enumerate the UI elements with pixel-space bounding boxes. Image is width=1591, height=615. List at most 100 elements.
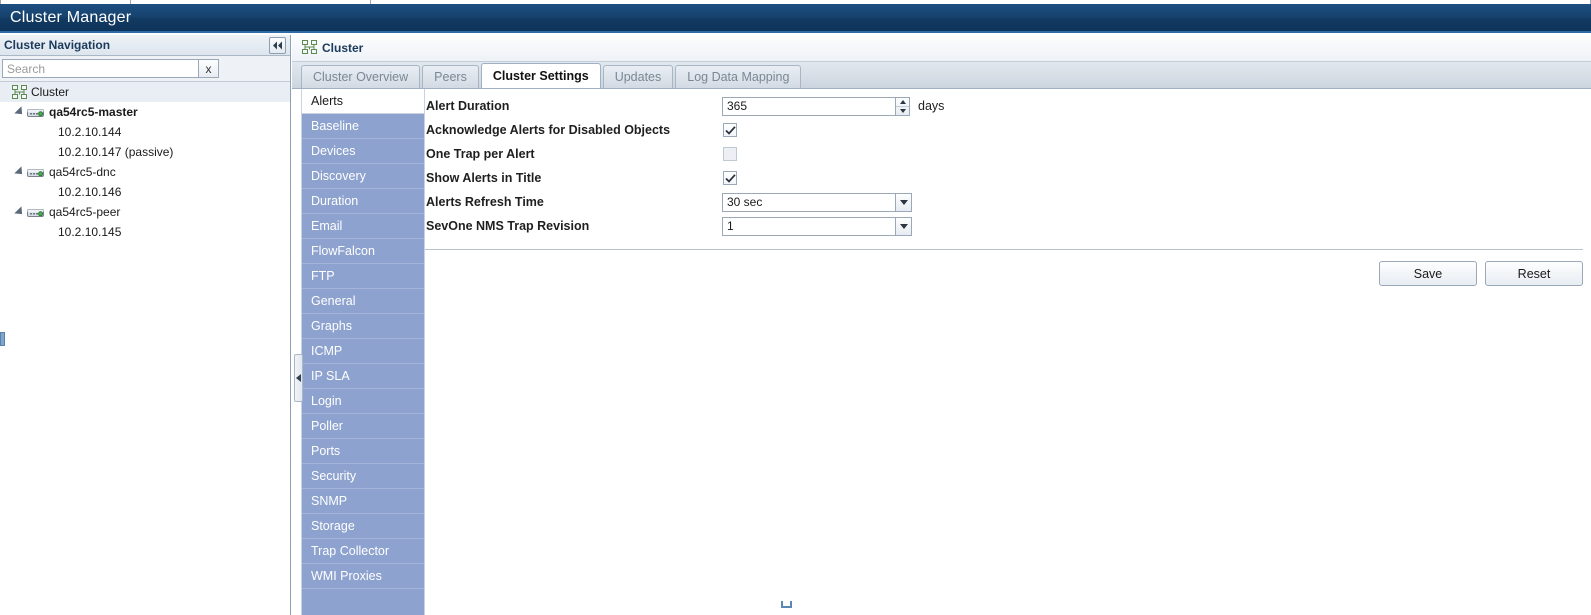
settings-item-graphs[interactable]: Graphs bbox=[302, 314, 424, 339]
chevron-down-icon bbox=[899, 199, 908, 205]
cluster-tree: Cluster qa54rc5-master 10.2.10.144 10.2.… bbox=[0, 82, 290, 242]
alert-duration-label: Alert Duration bbox=[426, 99, 510, 113]
settings-item-general[interactable]: General bbox=[302, 289, 424, 314]
content-area: Cluster Cluster Overview Peers Cluster S… bbox=[292, 35, 1591, 615]
tab-updates[interactable]: Updates bbox=[602, 65, 674, 88]
alerts-refresh-time-select[interactable]: 30 sec bbox=[722, 192, 912, 212]
tab-cluster-overview[interactable]: Cluster Overview bbox=[301, 65, 421, 88]
show-alerts-in-title-label: Show Alerts in Title bbox=[426, 171, 542, 185]
cluster-icon bbox=[12, 85, 31, 99]
settings-item-security[interactable]: Security bbox=[302, 464, 424, 489]
tree-item-label: 10.2.10.147 (passive) bbox=[58, 145, 174, 159]
navigation-header: Cluster Navigation bbox=[0, 35, 290, 56]
settings-category-list: Alerts Baseline Devices Discovery Durati… bbox=[301, 89, 425, 615]
navigation-scrollbar-thumb[interactable] bbox=[0, 332, 5, 346]
spinner-up-button[interactable] bbox=[896, 98, 909, 107]
tree-item-host-dnc[interactable]: qa54rc5-dnc bbox=[0, 162, 290, 182]
app-title-bar: Cluster Manager bbox=[0, 4, 1591, 33]
settings-item-baseline[interactable]: Baseline bbox=[302, 114, 424, 139]
server-icon bbox=[27, 206, 49, 219]
cluster-icon bbox=[302, 39, 317, 57]
pane-splitter-handle[interactable] bbox=[294, 354, 303, 402]
settings-item-trap-collector[interactable]: Trap Collector bbox=[302, 539, 424, 564]
app-title: Cluster Manager bbox=[10, 8, 132, 26]
tree-item-ip-10-2-10-144[interactable]: 10.2.10.144 bbox=[0, 122, 290, 142]
tab-cluster-settings[interactable]: Cluster Settings bbox=[480, 63, 601, 88]
expand-arrow-icon[interactable] bbox=[14, 166, 26, 178]
alerts-refresh-time-value: 30 sec bbox=[722, 192, 895, 212]
tree-item-label: 10.2.10.144 bbox=[58, 125, 122, 139]
trap-revision-value: 1 bbox=[722, 216, 895, 236]
breadcrumb: Cluster bbox=[322, 41, 364, 55]
tree-item-host-master[interactable]: qa54rc5-master bbox=[0, 102, 290, 122]
alerts-settings-form: Alert Duration days Acknowledge Alerts f… bbox=[425, 89, 1591, 615]
alert-duration-spin-buttons bbox=[895, 96, 910, 116]
server-icon bbox=[27, 106, 49, 119]
settings-item-discovery[interactable]: Discovery bbox=[302, 164, 424, 189]
field-row-alert-duration: Alert Duration days bbox=[425, 94, 1591, 118]
search-row: x bbox=[0, 56, 290, 82]
settings-item-flowfalcon[interactable]: FlowFalcon bbox=[302, 239, 424, 264]
dropdown-toggle-button[interactable] bbox=[895, 216, 912, 236]
form-actions: Save Reset bbox=[425, 261, 1583, 286]
settings-item-ports[interactable]: Ports bbox=[302, 439, 424, 464]
settings-item-icmp[interactable]: ICMP bbox=[302, 339, 424, 364]
alert-duration-unit: days bbox=[918, 99, 945, 113]
check-icon bbox=[724, 173, 736, 183]
spinner-down-button[interactable] bbox=[896, 107, 909, 115]
tab-log-data-mapping[interactable]: Log Data Mapping bbox=[675, 65, 802, 88]
server-icon bbox=[27, 166, 49, 179]
one-trap-per-alert-label: One Trap per Alert bbox=[426, 147, 535, 161]
tree-item-label: qa54rc5-dnc bbox=[49, 165, 116, 179]
tab-bar: Cluster Overview Peers Cluster Settings … bbox=[292, 62, 1591, 89]
trap-revision-select[interactable]: 1 bbox=[722, 216, 912, 236]
one-trap-per-alert-checkbox[interactable] bbox=[723, 147, 737, 161]
tree-item-label: qa54rc5-master bbox=[49, 105, 138, 119]
search-clear-button[interactable]: x bbox=[198, 59, 219, 78]
reset-button[interactable]: Reset bbox=[1485, 261, 1583, 286]
alerts-refresh-time-label: Alerts Refresh Time bbox=[426, 195, 544, 209]
tree-item-label: 10.2.10.145 bbox=[58, 225, 122, 239]
field-row-one-trap-per-alert: One Trap per Alert bbox=[425, 142, 1591, 166]
search-input[interactable] bbox=[2, 59, 198, 78]
settings-item-email[interactable]: Email bbox=[302, 214, 424, 239]
chevron-down-icon bbox=[899, 223, 908, 229]
alert-duration-input[interactable] bbox=[722, 96, 895, 116]
field-row-show-alerts-in-title: Show Alerts in Title bbox=[425, 166, 1591, 190]
settings-item-storage[interactable]: Storage bbox=[302, 514, 424, 539]
tree-item-cluster[interactable]: Cluster bbox=[0, 82, 290, 102]
settings-item-alerts[interactable]: Alerts bbox=[302, 89, 424, 114]
expand-arrow-icon[interactable] bbox=[14, 206, 26, 218]
cluster-navigation-panel: Cluster Navigation x Cluster bbox=[0, 35, 291, 615]
settings-item-ftp[interactable]: FTP bbox=[302, 264, 424, 289]
alert-duration-stepper: days bbox=[722, 96, 945, 116]
tree-item-label: Cluster bbox=[31, 85, 70, 99]
tab-peers[interactable]: Peers bbox=[422, 65, 479, 88]
settings-item-poller[interactable]: Poller bbox=[302, 414, 424, 439]
chevron-left-icon bbox=[296, 374, 301, 382]
save-button[interactable]: Save bbox=[1379, 261, 1477, 286]
settings-item-devices[interactable]: Devices bbox=[302, 139, 424, 164]
field-row-trap-revision: SevOne NMS Trap Revision 1 bbox=[425, 214, 1591, 238]
tree-item-host-peer[interactable]: qa54rc5-peer bbox=[0, 202, 290, 222]
show-alerts-in-title-checkbox[interactable] bbox=[723, 171, 737, 185]
acknowledge-alerts-checkbox[interactable] bbox=[723, 123, 737, 137]
settings-item-snmp[interactable]: SNMP bbox=[302, 489, 424, 514]
tree-item-ip-10-2-10-147[interactable]: 10.2.10.147 (passive) bbox=[0, 142, 290, 162]
expand-arrow-icon[interactable] bbox=[14, 106, 26, 118]
settings-item-ip-sla[interactable]: IP SLA bbox=[302, 364, 424, 389]
tree-item-ip-10-2-10-146[interactable]: 10.2.10.146 bbox=[0, 182, 290, 202]
tree-item-label: qa54rc5-peer bbox=[49, 205, 121, 219]
field-row-alerts-refresh-time: Alerts Refresh Time 30 sec bbox=[425, 190, 1591, 214]
navigation-title: Cluster Navigation bbox=[4, 38, 111, 52]
tree-item-label: 10.2.10.146 bbox=[58, 185, 122, 199]
field-row-acknowledge-alerts: Acknowledge Alerts for Disabled Objects bbox=[425, 118, 1591, 142]
tree-item-ip-10-2-10-145[interactable]: 10.2.10.145 bbox=[0, 222, 290, 242]
settings-split-pane: Alerts Baseline Devices Discovery Durati… bbox=[292, 89, 1591, 615]
settings-item-wmi-proxies[interactable]: WMI Proxies bbox=[302, 564, 424, 589]
chevron-double-left-icon[interactable] bbox=[269, 37, 286, 54]
page-header: Cluster bbox=[292, 35, 1591, 62]
dropdown-toggle-button[interactable] bbox=[895, 192, 912, 212]
settings-item-login[interactable]: Login bbox=[302, 389, 424, 414]
settings-item-duration[interactable]: Duration bbox=[302, 189, 424, 214]
